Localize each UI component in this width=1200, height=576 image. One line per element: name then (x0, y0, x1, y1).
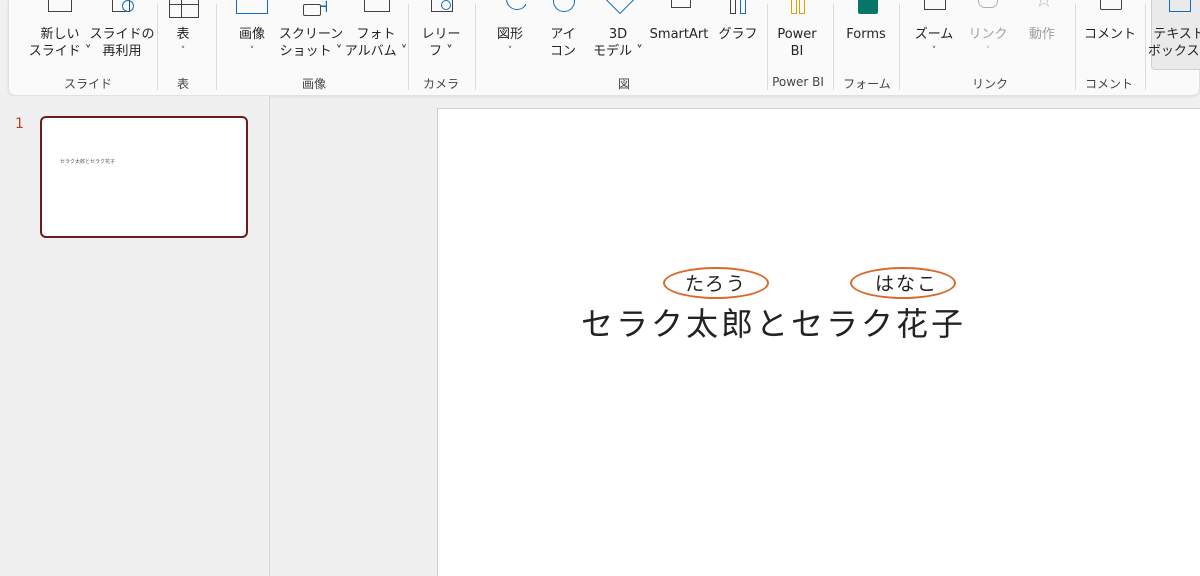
zoom-button[interactable]: ズーム ˅ (909, 0, 959, 60)
ribbon-divider (408, 4, 409, 90)
slide-number: 1 (15, 116, 24, 132)
ribbon: 新しい スライド ˅ スライドの 再利用 スライド 表 ˅ 表 画像 ˅ + ス… (8, 0, 1200, 96)
3d-models-button[interactable]: 3D モデル ˅ (589, 0, 647, 60)
3d-models-label-2: モデル ˅ (593, 44, 643, 59)
chart-icon (722, 0, 754, 22)
3d-model-icon (602, 0, 634, 22)
new-slide-button[interactable]: 新しい スライド ˅ (28, 0, 92, 60)
smartart-button[interactable]: SmartArt (645, 0, 713, 43)
textbox-icon (1163, 0, 1195, 22)
group-label-forms: フォーム (843, 77, 891, 91)
reuse-slides-icon (106, 0, 138, 22)
ribbon-divider (1075, 4, 1076, 90)
screenshot-icon: + (295, 0, 327, 22)
group-label-camera: カメラ (422, 77, 459, 91)
comment-label: コメント (1083, 27, 1136, 42)
reuse-slides-label-1: スライドの (89, 27, 155, 42)
smartart-label: SmartArt (649, 27, 709, 42)
cameo-button[interactable]: レリー フ ˅ (416, 0, 466, 60)
cameo-icon (425, 0, 457, 22)
power-bi-icon (781, 0, 813, 22)
pictures-button[interactable]: 画像 ˅ (227, 0, 277, 60)
group-label-powerbi: Power BI (772, 75, 824, 89)
power-bi-label-1: Power (777, 27, 817, 42)
chart-label: グラフ (718, 27, 758, 42)
ribbon-divider (157, 4, 158, 90)
table-button[interactable]: 表 ˅ (163, 0, 203, 60)
cameo-label-1: レリー (421, 27, 461, 42)
forms-label: Forms (846, 27, 886, 42)
link-chevron: ˅ (985, 46, 991, 56)
action-button[interactable]: ☆ 動作 (1017, 0, 1067, 43)
power-bi-button[interactable]: Power BI (771, 0, 823, 60)
shapes-icon (494, 0, 526, 22)
photo-album-button[interactable]: フォト アルバム ˅ (345, 0, 407, 60)
screenshot-label-1: スクリーン (278, 27, 344, 42)
icons-icon (547, 0, 579, 22)
ribbon-divider (899, 4, 900, 90)
group-label-comments: コメント (1084, 77, 1133, 91)
comment-icon (1094, 0, 1126, 22)
textbox-button[interactable]: テキスト ボックス ˅ (1147, 0, 1200, 70)
group-label-links: リンク (971, 77, 1008, 91)
action-icon: ☆ (1034, 0, 1054, 13)
reuse-slides-label-2: 再利用 (102, 44, 142, 59)
ribbon-divider (1145, 4, 1146, 90)
icons-label-1: アイ (550, 27, 576, 42)
group-label-illustrations: 図 (617, 77, 630, 91)
ribbon-divider (216, 4, 217, 90)
group-label-tables: 表 (176, 77, 189, 91)
photo-album-icon (360, 0, 392, 22)
photo-album-label-2: アルバム ˅ (344, 44, 408, 59)
slide-main-text[interactable]: セラク太郎とセラク花子 (581, 299, 966, 345)
pictures-chevron: ˅ (249, 46, 255, 56)
shapes-button[interactable]: 図形 ˅ (485, 0, 535, 60)
reuse-slides-button[interactable]: スライドの 再利用 (89, 0, 155, 60)
new-slide-label-1: 新しい (40, 27, 80, 42)
screenshot-button[interactable]: + スクリーン ショット ˅ (277, 0, 345, 60)
slide-thumbnail-pane: 1 セラク太郎とセラク花子 (0, 96, 270, 576)
ruby-text-taro: たろう (685, 273, 747, 295)
forms-button[interactable]: Forms (841, 0, 891, 43)
table-icon (167, 0, 199, 22)
screenshot-label-2: ショット ˅ (279, 44, 343, 59)
textbox-label-2: ボックス ˅ (1147, 44, 1200, 59)
slide-thumbnail[interactable]: セラク太郎とセラク花子 (40, 116, 248, 238)
ruby-text-hanako: はなこ (875, 273, 939, 295)
icons-button[interactable]: アイ コン (539, 0, 587, 60)
3d-models-label-1: 3D (608, 27, 628, 42)
forms-icon (850, 0, 882, 22)
comment-button[interactable]: コメント (1081, 0, 1139, 43)
group-label-slides: スライド (63, 77, 112, 91)
link-button[interactable]: リンク ˅ (963, 0, 1013, 60)
table-chevron: ˅ (180, 46, 186, 56)
chart-button[interactable]: グラフ (715, 0, 761, 43)
shapes-label: 図形 (496, 27, 523, 42)
ribbon-divider (833, 4, 834, 90)
textbox-label-1: テキスト (1153, 27, 1200, 42)
group-label-images: 画像 (301, 77, 326, 91)
shapes-chevron: ˅ (507, 46, 513, 56)
cameo-label-2: フ ˅ (429, 44, 453, 59)
icons-label-2: コン (549, 44, 576, 59)
zoom-icon (918, 0, 950, 22)
zoom-label: ズーム (914, 27, 954, 42)
new-slide-label-2: スライド ˅ (28, 44, 92, 59)
picture-icon (236, 0, 268, 22)
power-bi-label-2: BI (790, 44, 804, 59)
smartart-icon (663, 0, 695, 22)
action-label: 動作 (1028, 27, 1055, 42)
ribbon-divider (475, 4, 476, 90)
zoom-chevron: ˅ (931, 46, 937, 56)
slide-thumbnail-text: セラク太郎とセラク花子 (60, 159, 116, 165)
slide-canvas[interactable]: たろう はなこ セラク太郎とセラク花子 (437, 108, 1200, 576)
pictures-label: 画像 (238, 27, 265, 42)
link-icon (972, 0, 1004, 22)
table-label: 表 (176, 27, 190, 42)
photo-album-label-1: フォト (356, 27, 396, 42)
link-label: リンク (968, 27, 1008, 42)
new-slide-icon (44, 0, 76, 22)
